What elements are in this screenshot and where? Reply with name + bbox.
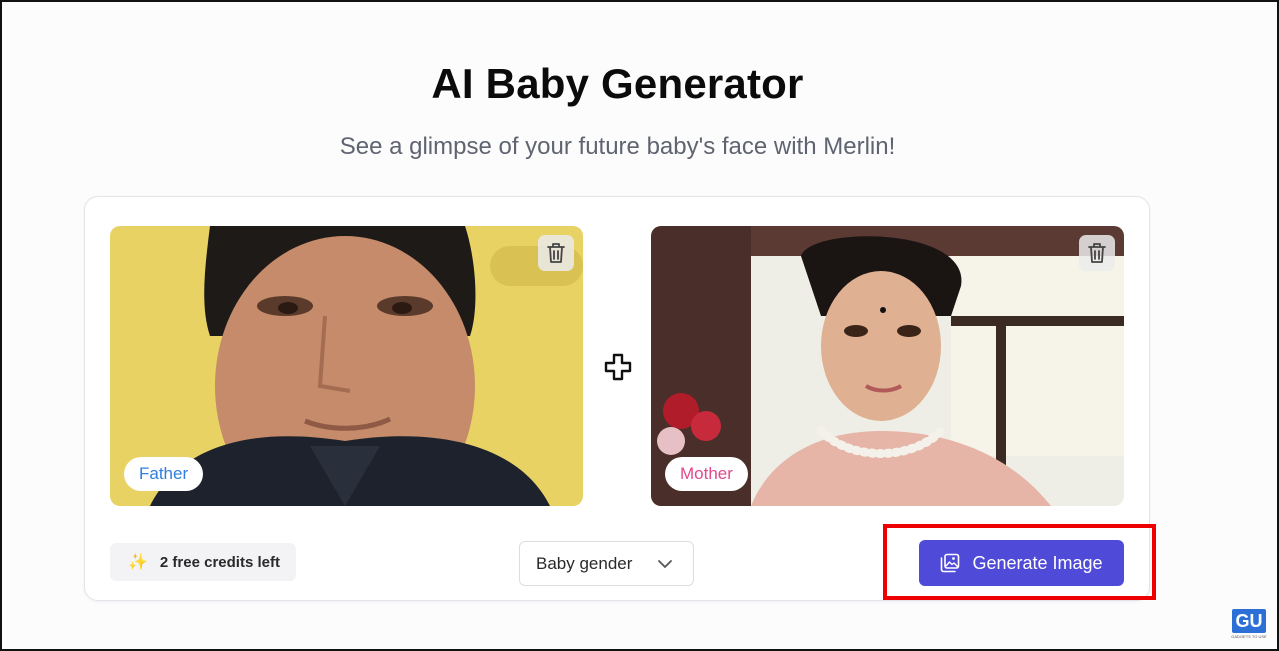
page-subtitle: See a glimpse of your future baby's face… xyxy=(339,133,896,160)
credits-label: 2 free credits left xyxy=(159,553,280,571)
trash-icon xyxy=(1088,243,1106,263)
annotation-highlight-box xyxy=(883,524,1156,600)
watermark-logo: GU GADGETS TO USE xyxy=(1231,609,1267,641)
sparkle-icon: ✨ xyxy=(128,554,148,571)
father-tag: Father xyxy=(124,457,204,491)
chevron-down-icon xyxy=(658,559,672,568)
baby-gender-value: Baby gender xyxy=(536,553,633,573)
watermark-mark: GU xyxy=(1232,609,1266,633)
watermark-caption: GADGETS TO USE xyxy=(1231,634,1267,639)
trash-icon xyxy=(547,243,565,263)
mother-tag: Mother xyxy=(665,457,748,491)
credits-badge: ✨ 2 free credits left xyxy=(110,543,296,581)
baby-gender-select[interactable]: Baby gender xyxy=(519,541,694,586)
delete-father-button[interactable] xyxy=(538,235,574,271)
mother-photo[interactable]: Mother xyxy=(651,226,1124,506)
page-title: AI Baby Generator xyxy=(431,60,804,107)
delete-mother-button[interactable] xyxy=(1079,235,1115,271)
father-photo[interactable]: Father xyxy=(110,226,583,506)
plus-icon xyxy=(604,353,632,381)
